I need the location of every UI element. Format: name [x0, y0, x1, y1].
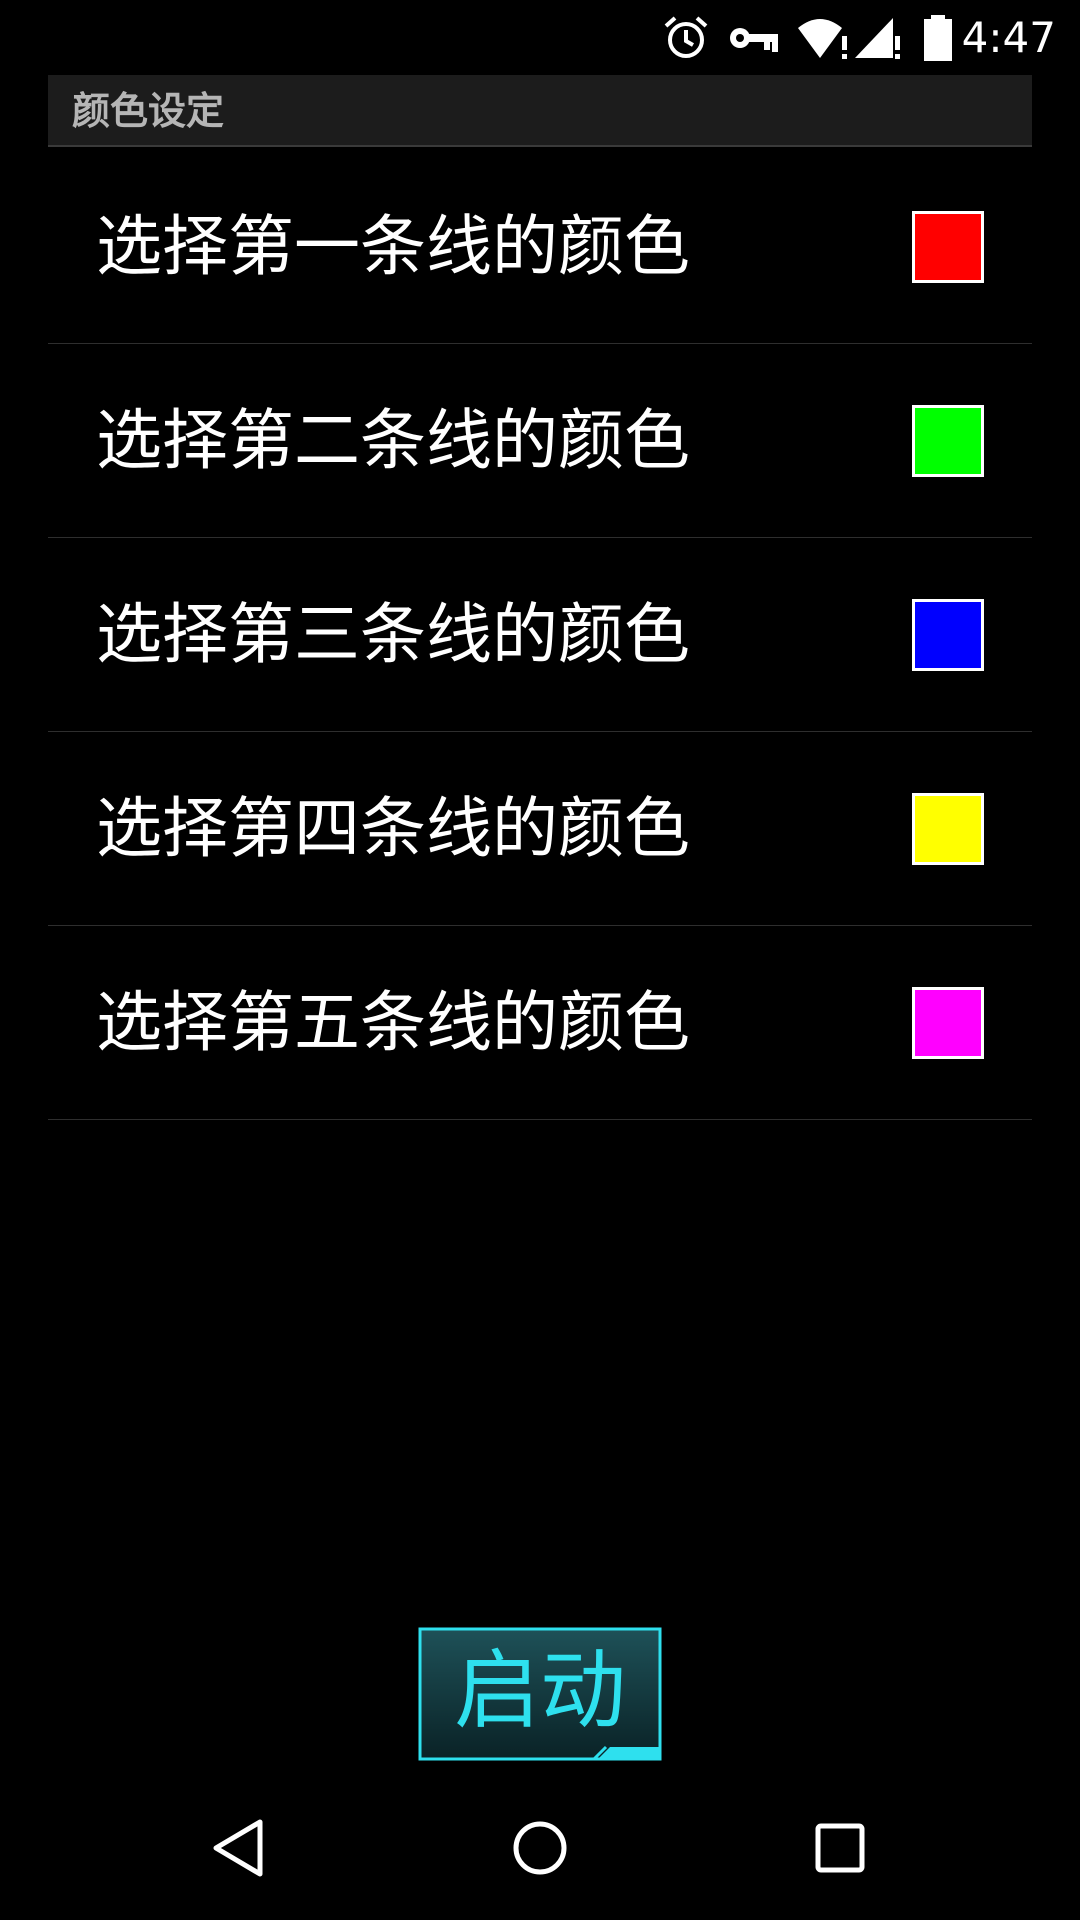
- battery-icon: [924, 15, 952, 61]
- color-swatch-magenta[interactable]: [912, 987, 984, 1059]
- color-swatch-blue[interactable]: [912, 599, 984, 671]
- page-title: 颜色设定: [72, 89, 225, 133]
- section-header: 颜色设定: [48, 75, 1032, 147]
- nav-bar: [0, 1776, 1080, 1920]
- recent-apps-icon[interactable]: [808, 1816, 872, 1880]
- color-item-label: 选择第三条线的颜色: [96, 596, 690, 673]
- color-item-line-2[interactable]: 选择第二条线的颜色: [48, 344, 1032, 538]
- wifi-alert-icon: [798, 19, 847, 59]
- back-icon[interactable]: [208, 1816, 272, 1880]
- vpn-key-icon: [730, 28, 778, 52]
- color-swatch-green[interactable]: [912, 405, 984, 477]
- start-button[interactable]: 启动: [418, 1627, 662, 1761]
- color-item-label: 选择第四条线的颜色: [96, 790, 690, 867]
- color-list: 选择第一条线的颜色 选择第二条线的颜色 选择第三条线的颜色 选择第四条线的颜色 …: [48, 150, 1032, 1120]
- color-item-label: 选择第五条线的颜色: [96, 984, 690, 1061]
- color-item-line-3[interactable]: 选择第三条线的颜色: [48, 538, 1032, 732]
- color-swatch-yellow[interactable]: [912, 793, 984, 865]
- color-swatch-red[interactable]: [912, 211, 984, 283]
- status-bar: 4:47: [0, 0, 1080, 75]
- color-item-label: 选择第一条线的颜色: [96, 208, 690, 285]
- alarm-icon: [664, 16, 708, 58]
- status-time: 4:47: [961, 13, 1056, 62]
- signal-alert-icon: [855, 18, 900, 59]
- start-button-label: 启动: [454, 1641, 626, 1741]
- color-item-line-4[interactable]: 选择第四条线的颜色: [48, 732, 1032, 926]
- color-item-label: 选择第二条线的颜色: [96, 402, 690, 479]
- home-icon[interactable]: [508, 1816, 572, 1880]
- color-item-line-5[interactable]: 选择第五条线的颜色: [48, 926, 1032, 1120]
- color-item-line-1[interactable]: 选择第一条线的颜色: [48, 150, 1032, 344]
